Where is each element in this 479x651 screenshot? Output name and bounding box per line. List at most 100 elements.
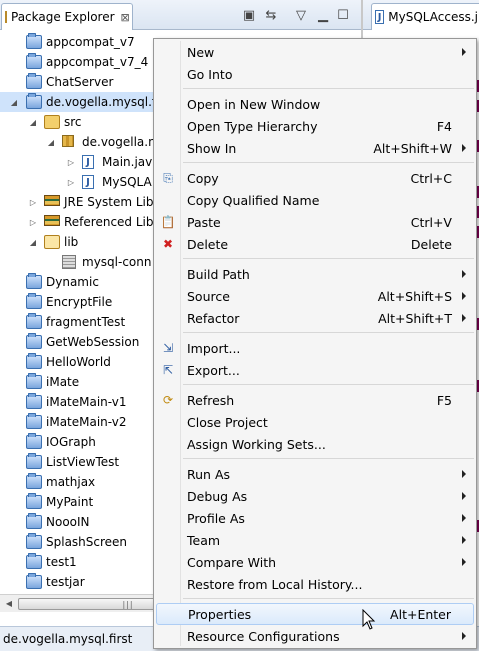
menu-item-label: Delete xyxy=(187,236,229,252)
menu-item-label: Import... xyxy=(187,340,241,356)
menu-item-label: Run As xyxy=(187,466,231,482)
menu-item-label: Export... xyxy=(187,362,240,378)
submenu-arrow-icon xyxy=(462,292,466,300)
tree-item-label: SplashScreen xyxy=(46,535,128,549)
menu-item-shortcut: Alt+Shift+W xyxy=(373,140,452,156)
menu-separator xyxy=(183,258,474,259)
menu-item-compare-with[interactable]: Compare With xyxy=(156,551,474,573)
view-menu-icon[interactable]: ▽ xyxy=(292,6,310,24)
tree-item-label: testjar xyxy=(46,575,85,589)
menu-item-label: Debug As xyxy=(187,488,248,504)
menu-item-refresh[interactable]: ⟳ Refresh F5 xyxy=(156,389,474,411)
menu-item-open-type-hierarchy[interactable]: Open Type Hierarchy F4 xyxy=(156,115,474,137)
collapsed-arrow-icon[interactable]: ▷ xyxy=(28,217,38,227)
tree-item-label: HelloWorld xyxy=(46,355,111,369)
tab-mysqlaccess[interactable]: J MySQLAccess.j xyxy=(371,3,479,30)
project-folder-icon xyxy=(26,493,42,509)
menu-item-go-into[interactable]: Go Into xyxy=(156,63,474,85)
menu-item-profile-as[interactable]: Profile As xyxy=(156,507,474,529)
library-icon xyxy=(44,195,60,206)
menu-item-properties[interactable]: Properties Alt+Enter xyxy=(156,603,474,625)
menu-item-label: Go Into xyxy=(187,66,233,82)
menu-item-close-project[interactable]: Close Project xyxy=(156,411,474,433)
menu-item-run-as[interactable]: Run As xyxy=(156,463,474,485)
tree-item-label: ChatServer xyxy=(46,75,114,89)
submenu-arrow-icon xyxy=(462,514,466,522)
menu-item-resource-configurations[interactable]: Resource Configurations xyxy=(156,625,474,647)
menu-separator xyxy=(183,332,474,333)
menu-item-show-in[interactable]: Show In Alt+Shift+W xyxy=(156,137,474,159)
project-folder-icon xyxy=(26,513,42,529)
menu-item-export[interactable]: ⇱ Export... xyxy=(156,359,474,381)
menu-item-assign-working-sets[interactable]: Assign Working Sets... xyxy=(156,433,474,455)
java-file-icon: J xyxy=(82,155,94,169)
menu-item-label: Source xyxy=(187,288,230,304)
project-folder-icon xyxy=(26,533,42,549)
menu-item-copy-qualified-name[interactable]: Copy Qualified Name xyxy=(156,189,474,211)
tree-item-label: de.vogella.n xyxy=(82,135,156,149)
menu-item-shortcut: Alt+Shift+S xyxy=(377,288,452,304)
project-folder-icon xyxy=(26,273,42,289)
expanded-arrow-icon[interactable]: ◢ xyxy=(28,117,38,127)
tree-item-label: iMateMain-v1 xyxy=(46,395,127,409)
refresh-icon: ⟳ xyxy=(162,393,174,407)
close-icon[interactable]: ⊠ xyxy=(121,11,130,24)
menu-item-build-path[interactable]: Build Path xyxy=(156,263,474,285)
tree-item-label: lib xyxy=(64,235,79,249)
menu-item-shortcut: Delete xyxy=(410,236,452,252)
collapse-all-icon[interactable]: ▣ xyxy=(240,6,258,24)
tree-item-label: Dynamic xyxy=(46,275,99,289)
project-folder-icon xyxy=(26,553,42,569)
menu-item-label: Copy xyxy=(187,170,219,186)
tree-item-label: mathjax xyxy=(46,475,96,489)
menu-item-delete[interactable]: ✖ Delete Delete xyxy=(156,233,474,255)
tree-item-label: fragmentTest xyxy=(46,315,126,329)
expanded-arrow-icon[interactable]: ◢ xyxy=(9,97,19,107)
tree-item-label: ListViewTest xyxy=(46,455,120,469)
menu-item-shortcut: Ctrl+C xyxy=(410,170,452,186)
collapsed-arrow-icon[interactable]: ▷ xyxy=(66,157,76,167)
submenu-arrow-icon xyxy=(462,558,466,566)
submenu-arrow-icon xyxy=(462,492,466,500)
minimize-icon[interactable]: ▁ xyxy=(314,6,332,24)
menu-item-open-in-new-window[interactable]: Open in New Window xyxy=(156,93,474,115)
tree-item-label: JRE System Lib xyxy=(64,195,154,209)
menu-item-copy[interactable]: ⎘ Copy Ctrl+C xyxy=(156,167,474,189)
project-folder-icon xyxy=(26,413,42,429)
tree-item-label: appcompat_v7_4 xyxy=(46,55,149,69)
submenu-arrow-icon xyxy=(462,270,466,278)
menu-item-restore-from-local-history[interactable]: Restore from Local History... xyxy=(156,573,474,595)
tab-package-explorer[interactable]: Package Explorer ⊠ xyxy=(1,3,133,30)
library-icon xyxy=(44,215,60,226)
project-folder-icon xyxy=(26,573,42,589)
project-folder-icon xyxy=(26,53,42,69)
menu-item-shortcut: Alt+Enter xyxy=(390,606,451,622)
status-text: de.vogella.mysql.first xyxy=(3,632,133,646)
menu-item-import[interactable]: ⇲ Import... xyxy=(156,337,474,359)
menu-item-team[interactable]: Team xyxy=(156,529,474,551)
link-with-editor-icon[interactable]: ⇆ xyxy=(262,6,280,24)
scroll-left-icon[interactable]: ◀ xyxy=(2,597,16,610)
tree-item-label: Main.jav xyxy=(102,155,153,169)
mouse-cursor-icon xyxy=(362,609,376,630)
source-folder-icon xyxy=(44,115,60,129)
project-folder-icon xyxy=(26,333,42,349)
expanded-arrow-icon[interactable]: ◢ xyxy=(46,137,56,147)
menu-item-label: Build Path xyxy=(187,266,250,282)
menu-item-new[interactable]: New xyxy=(156,41,474,63)
menu-item-refactor[interactable]: Refactor Alt+Shift+T xyxy=(156,307,474,329)
project-folder-icon xyxy=(26,313,42,329)
collapsed-arrow-icon[interactable]: ▷ xyxy=(28,197,38,207)
expanded-arrow-icon[interactable]: ◢ xyxy=(28,237,38,247)
collapsed-arrow-icon[interactable]: ▷ xyxy=(66,177,76,187)
tree-item-label: de.vogella.mysql.fi xyxy=(46,95,160,109)
tree-item-label: src xyxy=(64,115,82,129)
menu-item-label: Restore from Local History... xyxy=(187,576,363,592)
menu-item-paste[interactable]: 📋 Paste Ctrl+V xyxy=(156,211,474,233)
maximize-icon[interactable]: ☐ xyxy=(334,6,352,24)
menu-item-source[interactable]: Source Alt+Shift+S xyxy=(156,285,474,307)
project-folder-icon xyxy=(26,353,42,369)
menu-item-debug-as[interactable]: Debug As xyxy=(156,485,474,507)
menu-item-shortcut: F4 xyxy=(436,118,452,134)
menu-item-shortcut: F5 xyxy=(436,392,452,408)
